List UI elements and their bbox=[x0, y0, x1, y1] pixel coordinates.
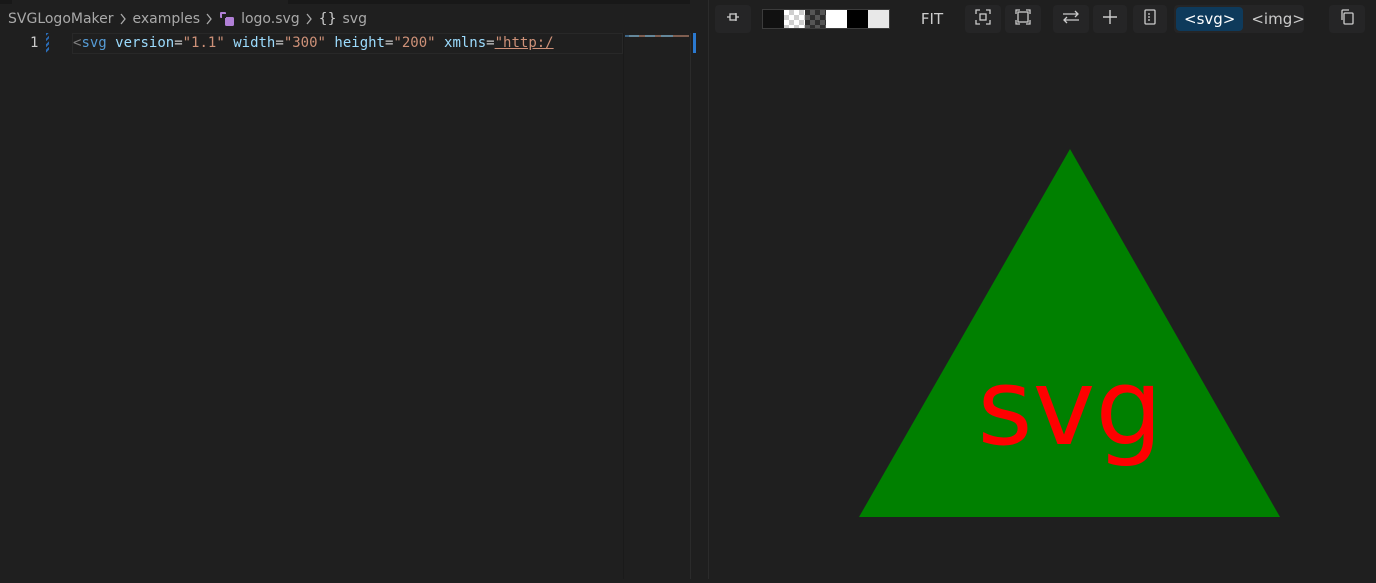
code-attr-value: "300" bbox=[283, 35, 326, 51]
chevron-right-icon bbox=[119, 13, 127, 25]
breadcrumb-item-folder-root[interactable]: SVGLogoMaker bbox=[8, 11, 114, 27]
plus-icon bbox=[1101, 8, 1119, 30]
chevron-right-icon bbox=[205, 13, 213, 25]
background-swatches bbox=[762, 9, 890, 29]
code-attr-name: version bbox=[115, 35, 175, 51]
minimap-line bbox=[625, 35, 689, 37]
code-attr-value: "200" bbox=[393, 35, 436, 51]
swap-button[interactable] bbox=[1053, 5, 1089, 33]
pin-button[interactable] bbox=[715, 5, 751, 33]
breadcrumb: SVGLogoMaker examples logo.svg {} svg bbox=[8, 8, 367, 30]
tab-strip-edge bbox=[0, 0, 708, 4]
fit-button[interactable]: FIT bbox=[912, 5, 952, 33]
fit-page-button[interactable] bbox=[1005, 5, 1041, 33]
rendered-text: svg bbox=[977, 346, 1162, 469]
tab-img[interactable]: <img> bbox=[1243, 7, 1312, 31]
swatch-checker-light[interactable] bbox=[784, 10, 805, 28]
swatch-black[interactable] bbox=[847, 10, 868, 28]
braces-icon: {} bbox=[318, 11, 337, 27]
vertical-scrollbar[interactable] bbox=[690, 33, 708, 579]
swatch-dark[interactable] bbox=[763, 10, 784, 28]
add-button[interactable] bbox=[1093, 5, 1127, 33]
preview-toolbar: FIT <svg> <img> bbox=[709, 5, 1376, 33]
tab-svg[interactable]: <svg> bbox=[1176, 7, 1244, 31]
line-number: 1 bbox=[30, 35, 39, 51]
code-attr-name: xmlns bbox=[444, 35, 487, 51]
rendered-svg: svg bbox=[859, 149, 1280, 517]
fit-label: FIT bbox=[920, 10, 944, 28]
copy-icon bbox=[1338, 8, 1356, 30]
swatch-white[interactable] bbox=[826, 10, 847, 28]
chevron-right-icon bbox=[305, 13, 313, 25]
pin-icon bbox=[724, 8, 742, 30]
breadcrumb-item-symbol[interactable]: svg bbox=[343, 11, 367, 27]
preview-canvas: svg bbox=[709, 40, 1376, 579]
scrollbar-cursor-marker bbox=[693, 33, 696, 53]
code-attr-value: "1.1" bbox=[182, 35, 225, 51]
code-tag-name: svg bbox=[81, 35, 107, 51]
output-tab-group: <svg> <img> bbox=[1174, 5, 1305, 33]
fit-width-button[interactable] bbox=[965, 5, 1001, 33]
svg-file-icon bbox=[219, 11, 235, 27]
swatch-light-gray[interactable] bbox=[868, 10, 889, 28]
code-attr-name: width bbox=[233, 35, 276, 51]
swatch-checker-dark[interactable] bbox=[805, 10, 826, 28]
minimap[interactable] bbox=[623, 33, 691, 579]
code-editor[interactable]: SVGLogoMaker examples logo.svg {} svg 1 … bbox=[0, 0, 708, 579]
breadcrumb-item-file[interactable]: logo.svg bbox=[241, 11, 300, 27]
document-icon bbox=[1141, 8, 1159, 30]
modified-line-indicator bbox=[46, 33, 49, 53]
fit-width-icon bbox=[974, 8, 992, 30]
breadcrumb-item-folder-examples[interactable]: examples bbox=[133, 11, 201, 27]
fit-page-icon bbox=[1014, 8, 1032, 30]
copy-button[interactable] bbox=[1329, 5, 1365, 33]
code-line[interactable]: <svg version="1.1" width="300" height="2… bbox=[73, 33, 622, 54]
swap-icon bbox=[1061, 8, 1081, 30]
code-attr-name: height bbox=[334, 35, 385, 51]
code-attr-link[interactable]: "http:/ bbox=[495, 35, 554, 51]
svg-preview-pane: FIT <svg> <img> svg bbox=[709, 0, 1376, 579]
document-button[interactable] bbox=[1133, 5, 1167, 33]
